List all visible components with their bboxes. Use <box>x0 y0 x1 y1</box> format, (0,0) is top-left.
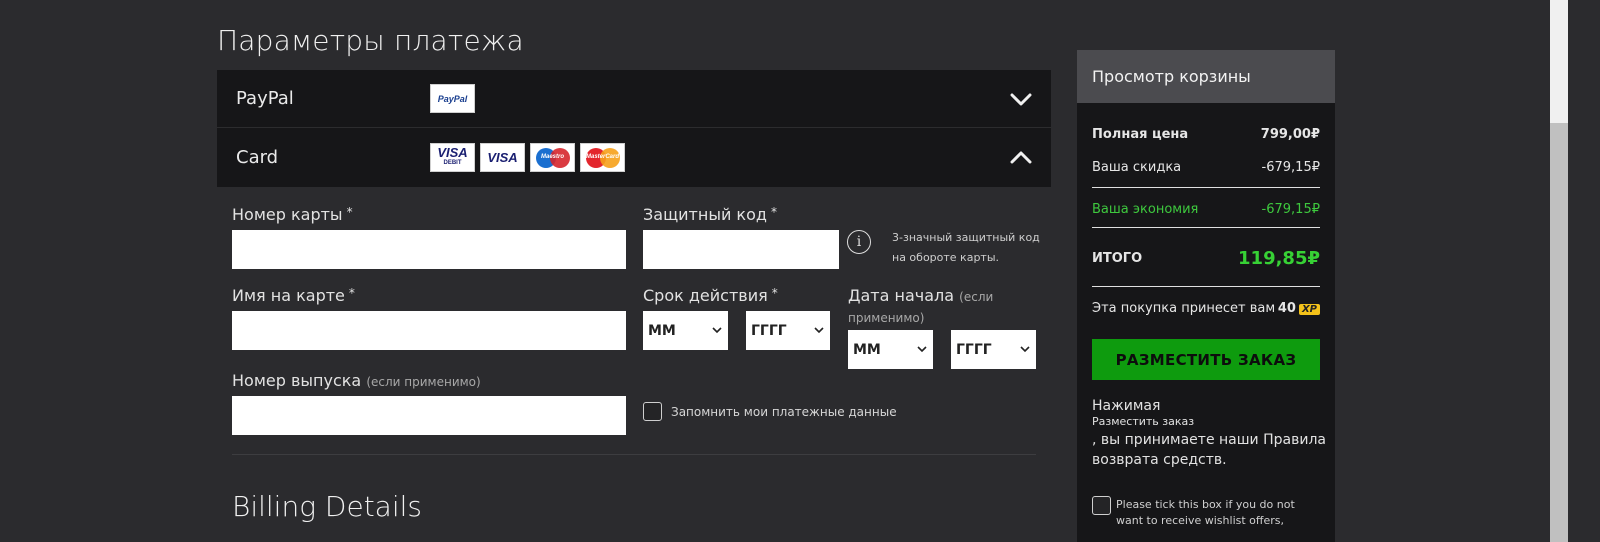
start-date-label: Дата начала (если применимо) <box>848 286 1038 328</box>
visa-debit-logo: VISA DEBIT <box>430 143 475 172</box>
billing-details-title: Billing Details <box>232 490 422 523</box>
select-value: ММ <box>853 341 881 358</box>
remember-label: Запомнить мои платежные данные <box>671 405 897 419</box>
terms-line-3: , вы принимаете наши Правила возврата ср… <box>1092 432 1326 468</box>
visa-logo: VISA <box>480 143 525 172</box>
expiry-label: Срок действия * <box>643 286 778 305</box>
cart-divider <box>1092 187 1320 188</box>
terms-text: Нажимая Разместить заказ , вы принимаете… <box>1092 398 1327 470</box>
select-value: ГГГГ <box>956 341 992 358</box>
label-text: Имя на карте <box>232 286 345 305</box>
scrollbar-thumb[interactable] <box>1550 123 1568 542</box>
select-value: ММ <box>648 322 676 339</box>
cart-divider <box>1092 227 1320 228</box>
payment-method-card[interactable]: Card VISA DEBIT VISA Maestro MasterCard <box>217 128 1051 187</box>
full-price-row: Полная цена 799,00₽ <box>1092 127 1320 142</box>
cart-header: Просмотр корзины <box>1077 50 1335 103</box>
form-divider <box>232 454 1036 455</box>
savings-label: Ваша экономия <box>1092 202 1199 217</box>
required-mark: * <box>346 205 353 219</box>
info-icon[interactable]: i <box>847 230 871 254</box>
issue-number-label: Номер выпуска (если применимо) <box>232 371 481 390</box>
xp-row: Эта покупка принесет вам 40 XP <box>1092 301 1320 316</box>
page-title: Параметры платежа <box>217 24 524 57</box>
label-text: Дата начала <box>848 286 955 305</box>
wishlist-optout-label: Please tick this box if you do not want … <box>1116 498 1295 527</box>
name-on-card-input[interactable] <box>232 311 626 350</box>
required-mark: * <box>348 286 355 300</box>
name-on-card-label: Имя на карте * <box>232 286 355 305</box>
payment-method-label: Card <box>236 147 279 168</box>
required-mark: * <box>771 286 778 300</box>
payment-methods: PayPal PayPal Card VISA DEBIT VISA Maestr… <box>217 70 1051 187</box>
savings-value: -679,15₽ <box>1261 202 1320 217</box>
mastercard-logo: MasterCard <box>580 143 625 172</box>
maestro-logo: Maestro <box>530 143 575 172</box>
total-row: ИТОГО 119,85₽ <box>1092 248 1320 269</box>
required-mark: * <box>770 205 777 219</box>
chevron-up-icon[interactable] <box>1009 146 1033 170</box>
card-number-label: Номер карты * <box>232 205 353 224</box>
expiry-year-select[interactable]: ГГГГ <box>746 311 830 350</box>
cart-divider <box>1092 286 1320 287</box>
security-code-hint: 3-значный защитный код на обороте карты. <box>892 231 1040 264</box>
paypal-logo: PayPal <box>430 84 475 113</box>
discount-row: Ваша скидка -679,15₽ <box>1092 160 1320 175</box>
security-code-label: Защитный код * <box>643 205 777 224</box>
total-value: 119,85₽ <box>1238 248 1320 269</box>
discount-label: Ваша скидка <box>1092 160 1182 175</box>
full-price-label: Полная цена <box>1092 127 1189 142</box>
total-label: ИТОГО <box>1092 251 1143 266</box>
card-number-input[interactable] <box>232 230 626 269</box>
terms-line-1: Нажимая <box>1092 398 1161 414</box>
label-text: Защитный код <box>643 205 767 224</box>
issue-number-input[interactable] <box>232 396 626 435</box>
start-year-select[interactable]: ГГГГ <box>951 330 1036 369</box>
place-order-button[interactable]: РАЗМЕСТИТЬ ЗАКАЗ <box>1092 339 1320 380</box>
xp-badge: XP <box>1298 304 1320 315</box>
xp-amount: 40 XP <box>1278 301 1320 316</box>
chevron-down-icon <box>1020 346 1030 353</box>
discount-value: -679,15₽ <box>1261 160 1320 175</box>
label-text: Срок действия <box>643 286 768 305</box>
security-code-input[interactable] <box>643 230 839 269</box>
full-price-value: 799,00₽ <box>1260 127 1320 142</box>
chevron-down-icon[interactable] <box>1009 87 1033 111</box>
right-gutter <box>1568 0 1600 542</box>
remember-checkbox[interactable] <box>643 402 662 421</box>
paypal-logos: PayPal <box>430 84 475 113</box>
expiry-month-select[interactable]: ММ <box>643 311 728 350</box>
card-logos: VISA DEBIT VISA Maestro MasterCard <box>430 143 625 172</box>
cart-panel: Просмотр корзины Полная цена 799,00₽ Ваш… <box>1077 50 1335 542</box>
start-month-select[interactable]: ММ <box>848 330 933 369</box>
select-value: ГГГГ <box>751 322 787 339</box>
label-text: Номер выпуска <box>232 371 362 390</box>
payment-method-paypal[interactable]: PayPal PayPal <box>217 70 1051 128</box>
terms-place-order-link[interactable]: Разместить заказ <box>1092 415 1327 428</box>
label-text: Номер карты <box>232 205 343 224</box>
wishlist-optout-checkbox[interactable] <box>1092 496 1111 515</box>
xp-label: Эта покупка принесет вам <box>1092 301 1276 316</box>
chevron-down-icon <box>814 327 824 334</box>
chevron-down-icon <box>917 346 927 353</box>
label-hint: (если применимо) <box>366 375 481 389</box>
chevron-down-icon <box>712 327 722 334</box>
payment-method-label: PayPal <box>236 88 294 109</box>
savings-row: Ваша экономия -679,15₽ <box>1092 202 1320 217</box>
xp-value: 40 <box>1277 301 1296 316</box>
